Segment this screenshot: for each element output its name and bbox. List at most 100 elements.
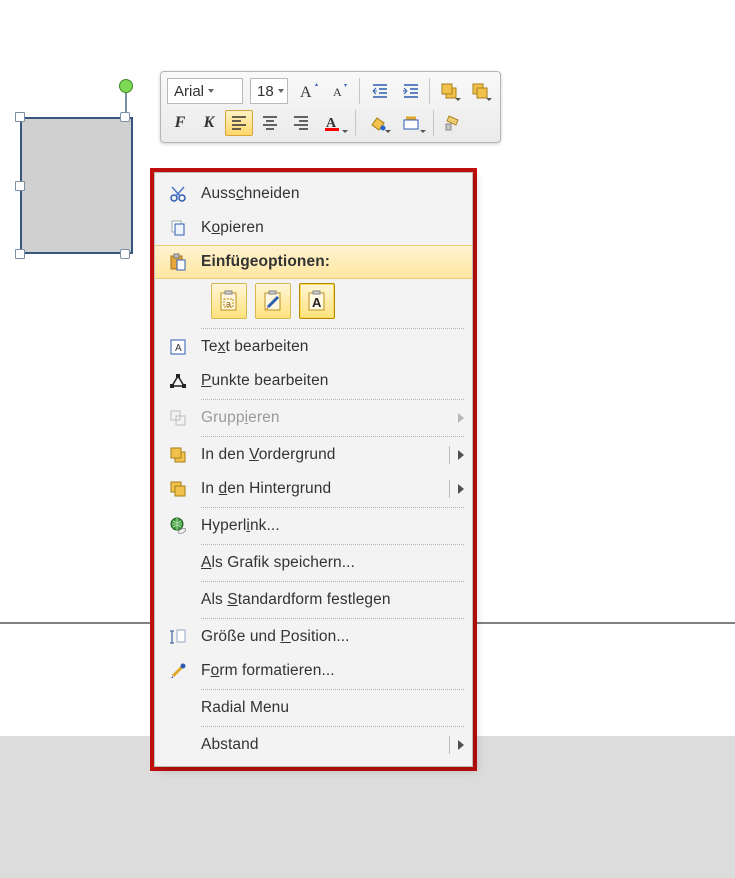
menu-item-edit-text[interactable]: A Text bearbeiten [155,330,472,364]
paste-options-row: a A [155,279,472,327]
paste-option-use-destination[interactable] [255,283,291,319]
menu-label: Kopieren [201,219,436,237]
dropdown-caret-icon [208,89,214,93]
menu-item-radial-menu[interactable]: Radial Menu [155,691,472,725]
clipboard-brush-icon [262,290,284,312]
menu-separator [201,436,464,437]
resize-handle-n[interactable] [120,112,130,122]
separator [355,110,356,136]
menu-label: Als Standardform festlegen [201,591,436,609]
menu-label: In den Hintergrund [201,480,436,498]
dropdown-caret-icon [455,98,461,101]
dropdown-caret-icon [342,130,348,133]
submenu-arrow-icon [458,484,464,494]
font-size-value: 18 [257,83,274,100]
menu-label: Als Grafik speichern... [201,554,436,572]
menu-separator [201,726,464,727]
clipboard-text-a-icon: A [306,290,328,312]
menu-separator [201,689,464,690]
menu-separator [201,544,464,545]
format-painter-button[interactable] [439,110,467,136]
menu-item-edit-points[interactable]: Punkte bearbeiten [155,364,472,398]
svg-text:A: A [300,84,312,101]
shape-outline-button[interactable] [396,110,428,136]
bring-forward-button[interactable] [435,78,463,104]
svg-text:A: A [312,295,322,310]
font-color-button[interactable]: A [318,110,350,136]
submenu-arrow-icon [458,413,464,423]
text-box-icon: A [169,338,187,356]
menu-item-size-position[interactable]: Größe und Position... [155,620,472,654]
separator [429,78,430,104]
menu-item-spacing[interactable]: Abstand [155,728,472,762]
split-separator [449,736,450,754]
clipboard-a-boxed-icon: a [218,290,240,312]
menu-label: In den Vordergrund [201,446,436,464]
submenu-arrow-icon [458,450,464,460]
rotation-handle[interactable] [119,79,133,93]
menu-separator [201,507,464,508]
menu-item-send-to-back[interactable]: In den Hintergrund [155,472,472,506]
shrink-font-button[interactable]: A [326,78,354,104]
context-menu-highlight: Ausschneiden Kopieren Einfügeoptionen: a… [150,168,477,771]
dropdown-caret-icon [385,130,391,133]
menu-label: Hyperlink... [201,517,436,535]
menu-item-hyperlink[interactable]: Hyperlink... [155,509,472,543]
selected-shape[interactable] [20,117,133,254]
menu-label: Ausschneiden [201,185,436,203]
menu-separator [201,399,464,400]
separator [359,78,360,104]
split-separator [449,446,450,464]
menu-item-paste-options[interactable]: Einfügeoptionen: [155,245,472,279]
resize-handle-sw[interactable] [15,249,25,259]
svg-text:A: A [333,85,342,99]
font-size-dropdown[interactable]: 18 [250,78,288,104]
separator [433,110,434,136]
resize-handle-w[interactable] [15,181,25,191]
paste-option-text-only[interactable]: A [299,283,335,319]
grow-font-button[interactable]: A [295,78,323,104]
group-icon [169,409,187,427]
menu-label: Form formatieren... [201,662,436,680]
menu-label: Radial Menu [201,699,436,717]
send-back-icon [169,480,187,498]
align-left-button[interactable] [225,110,253,136]
bold-button[interactable]: F [167,110,193,136]
font-family-dropdown[interactable]: Arial [167,78,243,104]
context-menu: Ausschneiden Kopieren Einfügeoptionen: a… [154,172,473,767]
menu-item-copy[interactable]: Kopieren [155,211,472,245]
font-family-value: Arial [174,83,204,100]
shape-fill-button[interactable] [361,110,393,136]
menu-item-save-as-picture[interactable]: Als Grafik speichern... [155,546,472,580]
paste-option-keep-source[interactable]: a [211,283,247,319]
resize-handle-nw[interactable] [15,112,25,122]
menu-label: Einfügeoptionen: [201,253,436,271]
resize-handle-s[interactable] [120,249,130,259]
menu-label: Gruppieren [201,409,436,427]
split-separator [449,480,450,498]
align-right-button[interactable] [287,110,315,136]
menu-item-set-default-shape[interactable]: Als Standardform festlegen [155,583,472,617]
send-backward-button[interactable] [466,78,494,104]
menu-item-format-shape[interactable]: Form formatieren... [155,654,472,688]
menu-label: Abstand [201,736,436,754]
menu-item-cut[interactable]: Ausschneiden [155,177,472,211]
size-position-icon [169,628,187,646]
edit-points-icon [169,372,187,390]
globe-link-icon [169,517,187,535]
align-center-button[interactable] [256,110,284,136]
dropdown-caret-icon [420,130,426,133]
italic-button[interactable]: K [196,110,222,136]
menu-item-bring-to-front[interactable]: In den Vordergrund [155,438,472,472]
bring-front-icon [169,446,187,464]
menu-separator [201,618,464,619]
format-shape-icon [169,662,187,680]
menu-label: Punkte bearbeiten [201,372,436,390]
menu-label: Text bearbeiten [201,338,436,356]
increase-indent-button[interactable] [396,78,424,104]
decrease-indent-button[interactable] [365,78,393,104]
mini-toolbar: Arial 18 A A F [160,71,501,143]
menu-item-group: Gruppieren [155,401,472,435]
menu-separator [201,328,464,329]
menu-separator [201,581,464,582]
